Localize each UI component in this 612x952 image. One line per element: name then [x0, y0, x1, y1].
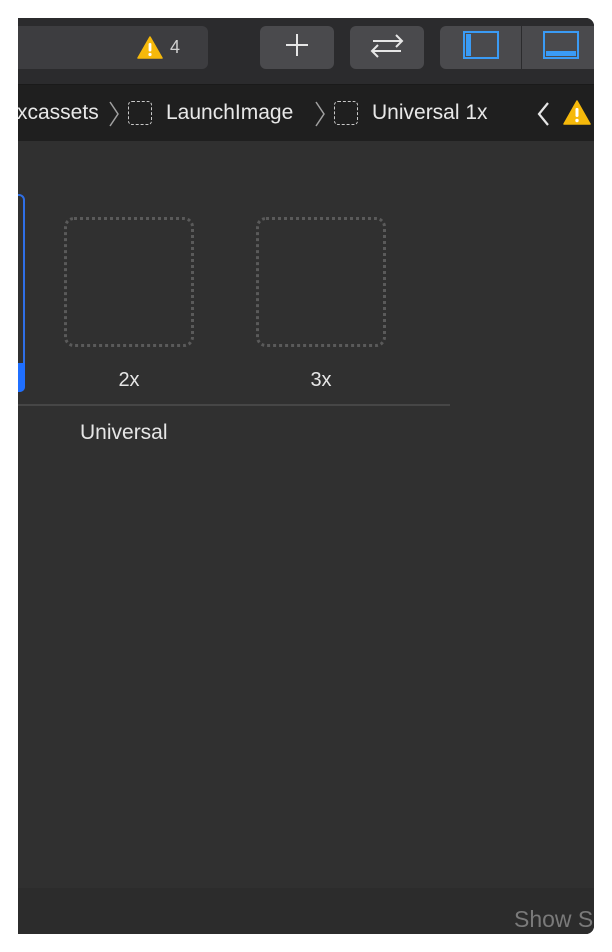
xcode-window: 4 xcassets LaunchImage Universal 1x 2x 3…: [18, 18, 594, 934]
chevron-right-icon: [314, 101, 326, 132]
navigator-toggle-button[interactable]: [440, 26, 521, 69]
image-well-2x[interactable]: [64, 217, 194, 347]
scale-label-2x: 2x: [118, 369, 140, 391]
editor-footer: Show S: [18, 888, 594, 934]
panel-toggle-group: [440, 26, 594, 69]
crumb-universal-1x[interactable]: Universal 1x: [372, 101, 488, 125]
bottom-panel-icon: [543, 31, 579, 64]
chevron-left-icon[interactable]: [536, 101, 550, 132]
crumb-launch-image[interactable]: LaunchImage: [166, 101, 293, 125]
device-group-label: Universal: [80, 421, 168, 444]
warning-icon[interactable]: [563, 100, 591, 130]
toolbar: 4: [18, 18, 594, 85]
scale-label-3x: 3x: [310, 369, 332, 391]
activity-viewer[interactable]: 4: [18, 26, 208, 69]
debug-area-toggle-button[interactable]: [522, 26, 594, 69]
crumb-asset-catalog[interactable]: xcassets: [18, 101, 99, 125]
image-set-icon: [128, 101, 152, 125]
image-well-3x[interactable]: [256, 217, 386, 347]
selection-indicator: [18, 363, 25, 392]
warning-icon: [137, 36, 163, 64]
jump-bar: xcassets LaunchImage Universal 1x: [18, 85, 594, 141]
plus-icon: [285, 33, 309, 62]
chevron-right-icon: [108, 101, 120, 132]
asset-editor: 2x 3x Universal: [18, 141, 594, 888]
image-slot-icon: [334, 101, 358, 125]
group-divider: [18, 404, 450, 406]
left-panel-icon: [462, 31, 499, 64]
show-slot-names-toggle[interactable]: Show S: [514, 906, 593, 933]
code-review-button[interactable]: [350, 26, 424, 69]
swap-arrows-icon: [367, 32, 407, 63]
library-add-button[interactable]: [260, 26, 334, 69]
warning-count: 4: [170, 37, 181, 57]
